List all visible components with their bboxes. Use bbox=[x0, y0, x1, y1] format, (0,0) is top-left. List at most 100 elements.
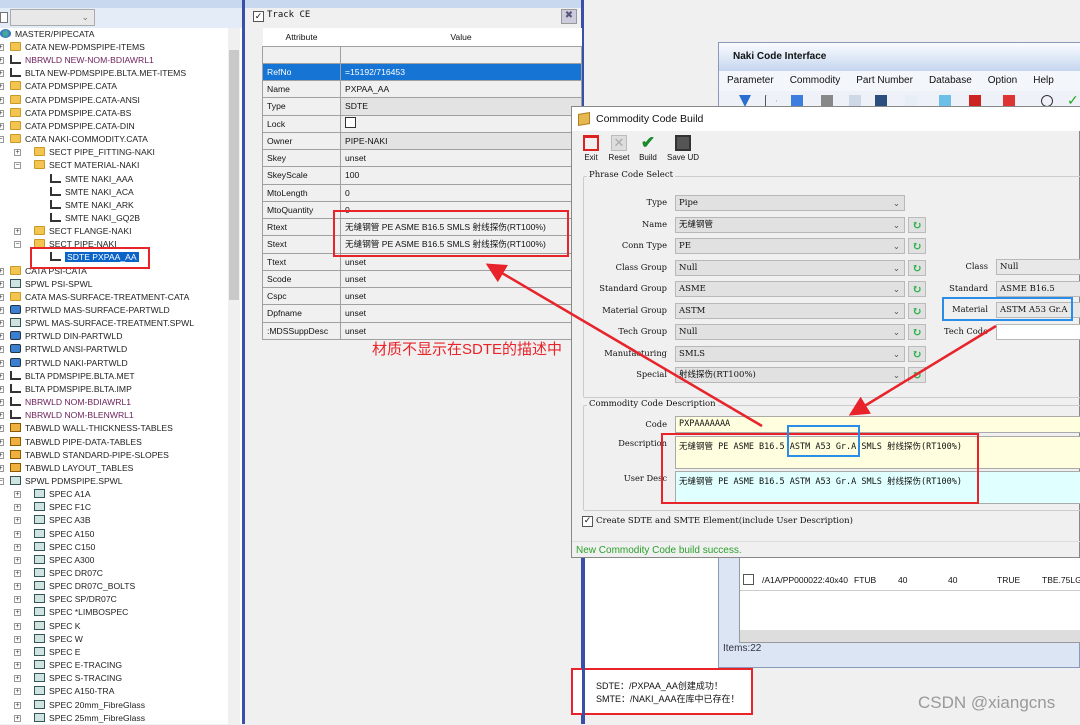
save-ud-button[interactable]: Save UD bbox=[666, 135, 700, 162]
tree-item[interactable]: PRTWLD NAKI-PARTWLD bbox=[10, 357, 128, 370]
tree-item[interactable]: PRTWLD ANSI-PARTWLD bbox=[10, 343, 127, 356]
lock-checkbox[interactable] bbox=[345, 117, 356, 129]
expand-icon[interactable]: + bbox=[0, 320, 4, 328]
attribute-row[interactable]: Lock bbox=[262, 114, 582, 133]
attribute-row[interactable]: Scode unset bbox=[262, 269, 582, 289]
tree-item[interactable]: SECT FLANGE-NAKI bbox=[34, 225, 131, 238]
tree-item[interactable]: TABWLD LAYOUT_TABLES bbox=[10, 462, 133, 475]
tree-item[interactable]: TABWLD PIPE-DATA-TABLES bbox=[10, 436, 142, 449]
tree-item[interactable]: CATA MAS-SURFACE-TREATMENT-CATA bbox=[10, 291, 189, 304]
attribute-value[interactable]: PIPE-NAKI bbox=[340, 131, 582, 151]
tree-item[interactable]: SPEC K bbox=[34, 620, 81, 633]
build-button[interactable]: ✔ Build bbox=[636, 134, 660, 162]
expand-icon[interactable]: + bbox=[14, 701, 21, 709]
expand-icon[interactable]: + bbox=[0, 464, 4, 472]
track-ce-checkbox[interactable]: ✓ bbox=[253, 11, 264, 22]
attribute-value[interactable]: 0 bbox=[340, 183, 582, 202]
tree-item[interactable]: SPEC E-TRACING bbox=[34, 659, 122, 672]
create-element-checkbox[interactable]: ✓ bbox=[582, 516, 593, 527]
tree-item[interactable]: SPWL MAS-SURFACE-TREATMENT.SPWL bbox=[10, 317, 194, 330]
tree-item[interactable]: SPEC C150 bbox=[34, 541, 95, 554]
field-combo[interactable]: Null ⌄ bbox=[675, 324, 905, 340]
attribute-value[interactable]: unset bbox=[340, 148, 582, 168]
attribute-value[interactable]: unset bbox=[340, 304, 582, 323]
attribute-value[interactable]: unset bbox=[340, 321, 582, 340]
expand-icon[interactable]: + bbox=[14, 635, 21, 643]
expand-icon[interactable]: + bbox=[0, 333, 4, 341]
expand-icon[interactable]: + bbox=[0, 372, 4, 380]
menu-part-number[interactable]: Part Number bbox=[848, 71, 921, 91]
expand-icon[interactable]: + bbox=[0, 280, 4, 288]
expand-icon[interactable]: + bbox=[14, 609, 21, 617]
expand-icon[interactable]: + bbox=[0, 385, 4, 393]
tree-item[interactable]: PRTWLD MAS-SURFACE-PARTWLD bbox=[10, 304, 170, 317]
tree-item[interactable]: SECT MATERIAL-NAKI bbox=[34, 159, 139, 172]
tree-item[interactable]: CATA NAKI-COMMODITY.CATA bbox=[10, 133, 148, 146]
attribute-row[interactable]: MtoLength 0 bbox=[262, 183, 582, 202]
field-combo[interactable]: 射线探伤(RT100%) ⌄ bbox=[675, 367, 905, 383]
refresh-icon[interactable]: ↻ bbox=[908, 216, 926, 233]
explorer-combo[interactable]: ⌄ bbox=[10, 9, 95, 26]
tree-item[interactable]: CATA PDMSPIPE.CATA-BS bbox=[10, 107, 131, 120]
tree-item[interactable]: NBRWLD NOM-BDIAWRL1 bbox=[10, 396, 131, 409]
menu-help[interactable]: Help bbox=[1025, 71, 1062, 91]
expand-icon[interactable]: + bbox=[0, 425, 4, 433]
tree-item[interactable]: SPEC A150 bbox=[34, 528, 94, 541]
expand-icon[interactable]: + bbox=[14, 530, 21, 538]
tree-root[interactable]: MASTER/PIPECATA bbox=[0, 28, 94, 41]
tree-item[interactable]: TABWLD WALL-THICKNESS-TABLES bbox=[10, 422, 173, 435]
expand-icon[interactable]: + bbox=[14, 556, 21, 564]
menu-option[interactable]: Option bbox=[980, 71, 1025, 91]
expand-icon[interactable]: + bbox=[14, 688, 21, 696]
row-checkbox[interactable] bbox=[743, 574, 754, 585]
attribute-row[interactable]: Owner PIPE-NAKI bbox=[262, 131, 582, 151]
menu-commodity[interactable]: Commodity bbox=[782, 71, 849, 91]
expand-icon[interactable]: + bbox=[14, 543, 21, 551]
menu-parameter[interactable]: Parameter bbox=[719, 71, 782, 91]
tree-item[interactable]: NBRWLD NOM-BLENWRL1 bbox=[10, 409, 134, 422]
tree-item[interactable]: BLTA PDMSPIPE.BLTA.IMP bbox=[10, 383, 132, 396]
attribute-row[interactable]: SkeyScale 100 bbox=[262, 166, 582, 185]
tree-scrollbar[interactable] bbox=[228, 28, 240, 724]
attribute-value[interactable]: unset bbox=[340, 286, 582, 306]
tree-item[interactable]: SPEC A150-TRA bbox=[34, 685, 114, 698]
tree-item[interactable]: PRTWLD DIN-PARTWLD bbox=[10, 330, 122, 343]
field-combo[interactable]: 无缝钢管 ⌄ bbox=[675, 216, 905, 233]
expand-icon[interactable]: + bbox=[14, 517, 21, 525]
expand-icon[interactable]: + bbox=[14, 504, 21, 512]
tree-item[interactable]: SPEC 25mm_FibreGlass bbox=[34, 712, 145, 725]
field-combo[interactable]: Pipe ⌄ bbox=[675, 195, 905, 211]
tree-item[interactable]: SECT PIPE_FITTING-NAKI bbox=[34, 146, 155, 159]
attribute-row[interactable]: Type SDTE bbox=[262, 97, 582, 116]
field-combo[interactable]: Null ⌄ bbox=[675, 259, 905, 276]
field-combo[interactable]: ASTM ⌄ bbox=[675, 302, 905, 319]
expand-icon[interactable]: + bbox=[0, 57, 4, 65]
collapse-icon[interactable]: − bbox=[14, 241, 21, 249]
tree-item[interactable]: SMTE NAKI_AAA bbox=[50, 173, 133, 186]
right-field-value[interactable]: Null bbox=[996, 259, 1080, 275]
expand-icon[interactable]: + bbox=[14, 648, 21, 656]
attribute-value[interactable]: unset bbox=[340, 269, 582, 289]
code-field[interactable]: PXPAAAAAAA bbox=[675, 416, 1080, 433]
attribute-row[interactable]: Name PXPAA_AA bbox=[262, 79, 582, 99]
collapse-icon[interactable]: − bbox=[14, 162, 21, 170]
right-field-value[interactable]: ASME B16.5 bbox=[996, 280, 1080, 297]
tree-item[interactable]: SPEC S-TRACING bbox=[34, 672, 122, 685]
expand-icon[interactable]: + bbox=[14, 583, 21, 591]
tree-item[interactable]: SPEC *LIMBOSPEC bbox=[34, 606, 128, 619]
tree-item[interactable]: CATA PDMSPIPE.CATA bbox=[10, 80, 117, 93]
expand-icon[interactable]: + bbox=[0, 44, 4, 51]
tree-item[interactable]: BLTA NEW-PDMSPIPE.BLTA.MET-ITEMS bbox=[10, 67, 186, 80]
attribute-value[interactable]: SDTE bbox=[340, 97, 582, 116]
tree-item[interactable]: SPEC A3B bbox=[34, 514, 91, 527]
tree-item[interactable]: SMTE NAKI_ACA bbox=[50, 186, 134, 199]
tree-item[interactable]: TABWLD STANDARD-PIPE-SLOPES bbox=[10, 449, 169, 462]
expand-icon[interactable]: + bbox=[14, 491, 21, 499]
attribute-value[interactable]: =15192/716453 bbox=[340, 62, 582, 82]
expand-icon[interactable]: + bbox=[0, 293, 4, 301]
expand-icon[interactable]: + bbox=[0, 83, 4, 91]
collapse-icon[interactable]: − bbox=[0, 136, 4, 144]
exit-button[interactable]: Exit bbox=[580, 135, 602, 162]
expand-icon[interactable]: + bbox=[0, 359, 4, 367]
menu-database[interactable]: Database bbox=[921, 71, 980, 91]
